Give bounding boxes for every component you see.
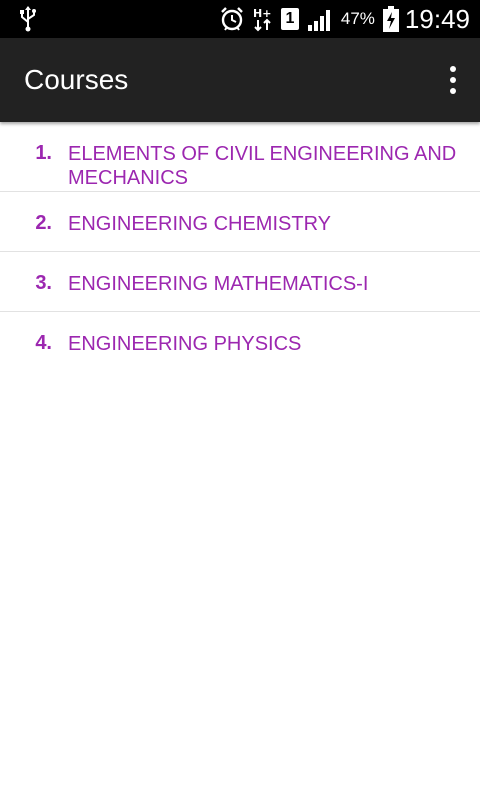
battery-icon bbox=[382, 6, 399, 32]
course-title: ENGINEERING PHYSICS bbox=[68, 333, 302, 355]
course-title: ENGINEERING CHEMISTRY bbox=[68, 213, 331, 235]
course-number: 2. bbox=[35, 212, 52, 234]
sim-1-icon: 1 bbox=[280, 8, 299, 30]
overflow-menu-icon[interactable] bbox=[448, 66, 458, 94]
overflow-dot bbox=[450, 66, 456, 72]
svg-text:H+: H+ bbox=[253, 7, 271, 20]
alarm-icon bbox=[221, 7, 243, 31]
course-title: ELEMENTS OF CIVIL ENGINEERING AND MECHAN… bbox=[68, 143, 457, 189]
overflow-dot bbox=[450, 88, 456, 94]
clock: 19:49 bbox=[404, 3, 470, 34]
course-number: 3. bbox=[35, 272, 52, 294]
course-item-3[interactable]: 3. ENGINEERING MATHEMATICS-I bbox=[0, 252, 480, 312]
battery-percent: 47% bbox=[340, 9, 375, 28]
course-list: 1. ELEMENTS OF CIVIL ENGINEERING AND MEC… bbox=[0, 126, 480, 372]
status-bar: H+ 1 47% 19:49 bbox=[0, 0, 480, 38]
course-item-4[interactable]: 4. ENGINEERING PHYSICS bbox=[0, 312, 480, 372]
usb-icon bbox=[20, 6, 36, 32]
course-item-1[interactable]: 1. ELEMENTS OF CIVIL ENGINEERING AND MEC… bbox=[0, 126, 480, 192]
network-hplus-icon: H+ bbox=[253, 7, 271, 32]
course-number: 1. bbox=[35, 142, 52, 164]
signal-icon bbox=[307, 10, 330, 31]
course-item-2[interactable]: 2. ENGINEERING CHEMISTRY bbox=[0, 192, 480, 252]
course-number: 4. bbox=[35, 332, 52, 354]
app-bar: Courses bbox=[0, 38, 480, 122]
overflow-dot bbox=[450, 77, 456, 83]
course-title: ENGINEERING MATHEMATICS-I bbox=[68, 273, 369, 295]
page-title: Courses bbox=[24, 64, 129, 95]
